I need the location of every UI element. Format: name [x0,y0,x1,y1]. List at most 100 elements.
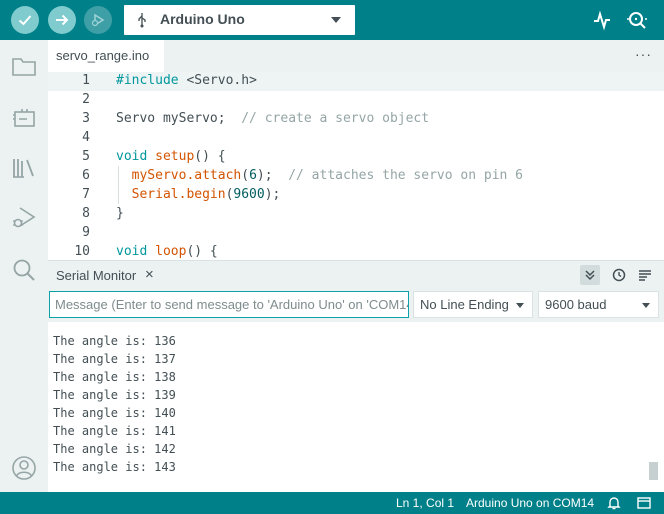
autoscroll-button[interactable] [580,265,600,285]
more-options-icon[interactable]: ··· [635,46,652,62]
line-number: 2 [82,92,90,107]
declaration: Servo myServo; [116,111,226,126]
line-number: 1 [82,73,90,88]
punctuation: () { [186,244,218,259]
method-call: Serial.begin [116,187,226,202]
search-icon[interactable] [10,256,38,284]
baud-rate-select[interactable]: 9600 baud [538,291,659,318]
code-comment: // attaches the servo on pin 6 [272,168,523,183]
board-name: Arduino Uno [160,11,245,27]
status-bar: Ln 1, Col 1 Arduino Uno on COM14 [0,492,664,514]
output-line: The angle is: 139 [53,388,176,402]
folder-icon[interactable] [10,52,38,80]
chevron-down-icon [516,303,524,308]
output-line: The angle is: 142 [53,442,176,456]
top-toolbar: Arduino Uno [0,0,664,40]
chevron-down-icon [331,17,341,23]
clear-lines-icon [639,270,651,281]
serial-input-bar: Message (Enter to send message to 'Ardui… [48,288,664,322]
board-icon[interactable] [10,104,38,132]
punctuation: ( [241,168,250,183]
output-line: The angle is: 141 [53,424,176,438]
board-port-status[interactable]: Arduino Uno on COM14 [466,496,594,510]
output-line: The angle is: 143 [53,460,176,474]
timestamp-button[interactable] [609,265,629,285]
upload-button[interactable] [48,6,76,34]
message-input[interactable]: Message (Enter to send message to 'Ardui… [49,291,409,318]
punctuation: ); [264,187,281,202]
include-header: <Servo.h> [178,73,257,88]
serial-monitor-header: Serial Monitor × [48,260,664,288]
line-number: 6 [82,168,90,183]
arrow-right-icon [56,14,69,26]
code-line: 3 Servo myServo; // create a servo objec… [48,110,664,129]
code-text: } [116,206,124,221]
output-line: The angle is: 136 [53,334,176,348]
clock-icon [612,268,626,282]
verify-button[interactable] [11,6,39,34]
debug-icon[interactable] [10,204,38,232]
bell-icon[interactable] [606,495,622,511]
double-chevron-down-icon [585,270,595,281]
code-line: 1 #include <Servo.h> [48,72,664,91]
tab-servo-range[interactable]: servo_range.ino [48,40,164,72]
code-line: 8 } [48,205,664,224]
code-editor[interactable]: 1 #include <Servo.h> 2 3 Servo myServo; … [48,72,664,260]
function-name: setup [147,149,195,164]
include-directive: #include [116,73,179,88]
number-literal: 6 [249,168,257,183]
output-line: The angle is: 140 [53,406,176,420]
line-number: 7 [82,187,90,202]
line-number: 8 [82,206,90,221]
cursor-position[interactable]: Ln 1, Col 1 [396,496,454,510]
code-line: 5 void setup() { [48,148,664,167]
code-line: 10 void loop() { [48,243,664,260]
check-icon [18,15,32,26]
clear-output-button[interactable] [635,265,655,285]
code-line: 2 [48,91,664,110]
output-line: The angle is: 138 [53,370,176,384]
close-icon[interactable]: × [145,266,154,283]
code-line: 7 Serial.begin(9600); [48,186,664,205]
line-number: 10 [74,244,90,259]
code-text: void setup() { [116,149,226,164]
line-ending-select[interactable]: No Line Ending [413,291,533,318]
line-number: 9 [82,225,90,240]
code-line: 9 [48,224,664,243]
debug-button[interactable] [84,6,112,34]
magnifier-dots-icon[interactable] [626,9,648,31]
function-name: loop [147,244,187,259]
indent-guide [118,166,119,204]
user-icon[interactable] [10,454,38,482]
board-selector[interactable]: Arduino Uno [124,5,355,35]
pulse-icon[interactable] [591,9,613,31]
code-text: Servo myServo; // create a servo object [116,111,429,126]
panel-icon[interactable] [636,495,652,511]
tab-label: servo_range.ino [56,48,150,63]
line-number: 5 [82,149,90,164]
keyword: void [116,244,148,259]
chevron-down-icon [642,303,650,308]
keyword: void [116,149,148,164]
editor-tab-bar: servo_range.ino ··· [48,40,664,72]
method-call: myServo.attach [116,168,242,183]
serial-monitor-title: Serial Monitor [56,268,137,283]
punctuation: ); [256,168,273,183]
output-scrollbar[interactable] [649,462,658,480]
code-line: 4 [48,129,664,148]
serial-output[interactable]: The angle is: 136 The angle is: 137 The … [48,322,664,492]
activity-bar [0,40,48,492]
debug-icon [91,13,105,27]
line-number: 4 [82,130,90,145]
punctuation: () { [194,149,226,164]
code-comment: // create a servo object [225,111,430,126]
output-line: The angle is: 137 [53,352,176,366]
code-text: myServo.attach(6); // attaches the servo… [116,168,523,183]
line-ending-value: No Line Ending [420,297,509,312]
number-literal: 9600 [233,187,265,202]
code-line: 6 myServo.attach(6); // attaches the ser… [48,167,664,186]
library-icon[interactable] [10,154,38,182]
code-text: Serial.begin(9600); [116,187,281,202]
usb-icon [138,13,146,28]
baud-rate-value: 9600 baud [545,297,607,312]
